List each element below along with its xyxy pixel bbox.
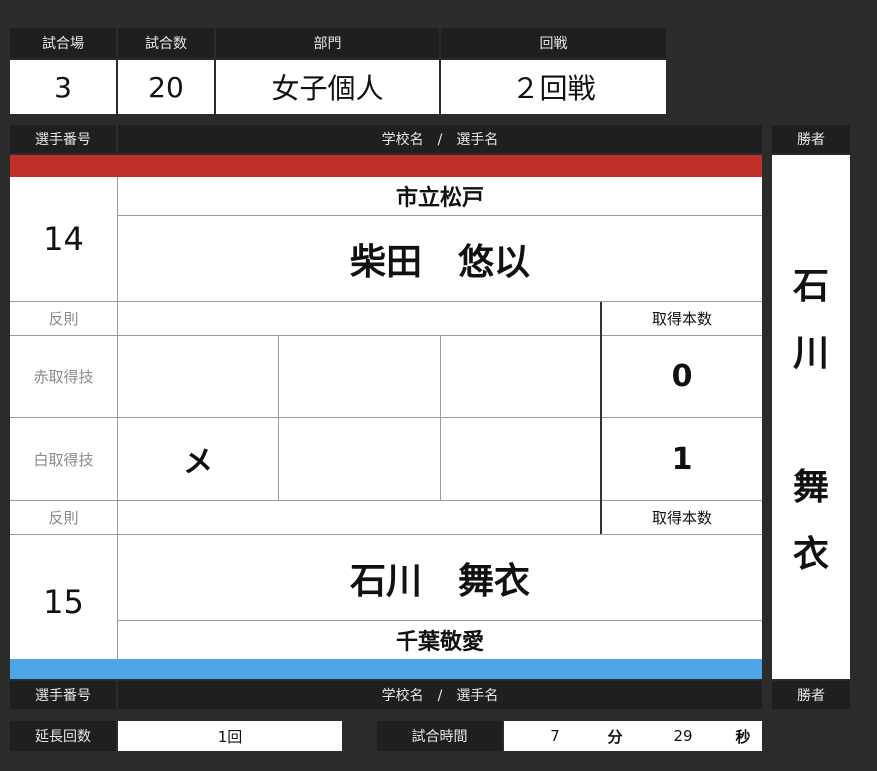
- red-technique-1: [118, 336, 278, 417]
- white-bar: [10, 659, 762, 679]
- white-techniques-label: 白取得技: [10, 418, 117, 500]
- red-foul-label: 反則: [10, 302, 117, 335]
- white-school-name: 千葉敬愛: [118, 621, 762, 659]
- divider: [10, 417, 762, 418]
- divider: [118, 620, 762, 621]
- winner-char-1: 石: [772, 258, 850, 308]
- red-bar: [10, 155, 762, 177]
- winner-char-3: [772, 392, 850, 442]
- winner-char-4: 舞: [772, 459, 850, 509]
- divider: [118, 215, 762, 216]
- red-techniques-label: 赤取得技: [10, 336, 117, 417]
- round-value: ２回戦: [441, 60, 666, 114]
- match-time-label: 試合時間: [377, 721, 502, 751]
- white-score: 1: [602, 418, 762, 500]
- school-player-footer-header: 学校名 / 選手名: [118, 681, 762, 709]
- white-foul-area: [118, 501, 600, 534]
- extension-value: 1回: [118, 721, 342, 751]
- venue-header: 試合場: [10, 28, 116, 58]
- match-time-minutes: 7: [550, 727, 560, 745]
- white-player-name: 石川 舞衣: [118, 535, 762, 620]
- red-player-name: 柴田 悠以: [118, 216, 762, 301]
- extension-label: 延長回数: [10, 721, 116, 751]
- minutes-unit: 分: [607, 727, 623, 746]
- red-score: 0: [602, 336, 762, 417]
- round-header: 回戦: [441, 28, 666, 58]
- red-foul-area: [118, 302, 600, 335]
- white-foul-label: 反則: [10, 501, 117, 534]
- divider: [278, 336, 279, 500]
- white-technique-2: [279, 418, 440, 500]
- winner-footer-header: 勝者: [772, 681, 850, 709]
- winner-char-5: 衣: [772, 526, 850, 576]
- red-technique-2: [279, 336, 440, 417]
- red-player-number: 14: [10, 177, 117, 301]
- red-technique-3: [441, 336, 600, 417]
- divider: [10, 500, 762, 501]
- venue-value: 3: [10, 60, 116, 114]
- white-technique-3: [441, 418, 600, 500]
- school-player-header: 学校名 / 選手名: [118, 125, 762, 153]
- divider: [10, 335, 762, 336]
- red-points-label: 取得本数: [602, 302, 762, 335]
- divider: [600, 302, 602, 534]
- match-header: 試合数: [118, 28, 214, 58]
- seconds-unit: 秒: [735, 727, 751, 746]
- match-value: 20: [118, 60, 214, 114]
- winner-char-2: 川: [772, 325, 850, 375]
- white-points-label: 取得本数: [602, 501, 762, 534]
- white-player-number: 15: [10, 535, 117, 659]
- divider: [10, 301, 762, 302]
- division-value: 女子個人: [216, 60, 439, 114]
- player-number-header: 選手番号: [10, 125, 116, 153]
- red-school-name: 市立松戸: [118, 177, 762, 215]
- winner-header: 勝者: [772, 125, 850, 153]
- match-time-seconds: 29: [673, 727, 693, 745]
- divider: [440, 336, 441, 500]
- player-number-footer-header: 選手番号: [10, 681, 116, 709]
- white-technique-1: メ: [118, 418, 278, 500]
- divider: [10, 534, 762, 535]
- division-header: 部門: [216, 28, 439, 58]
- divider: [117, 177, 118, 659]
